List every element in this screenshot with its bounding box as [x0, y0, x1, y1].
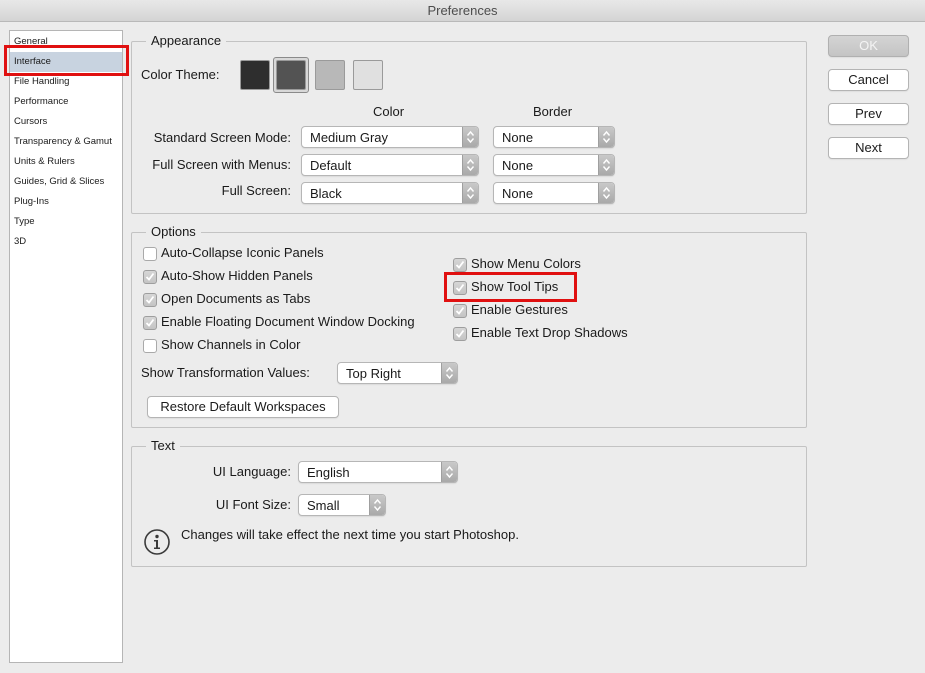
standard-screen-border-value: None: [502, 130, 534, 145]
checkbox-auto-collapse[interactable]: [143, 247, 157, 261]
standard-screen-border-select[interactable]: None: [493, 126, 615, 148]
ui-language-label: UI Language:: [212, 464, 291, 479]
appearance-title: Appearance: [146, 33, 227, 48]
checkbox-open-tabs[interactable]: [143, 293, 157, 307]
checkbox-channels-color[interactable]: [143, 339, 157, 353]
full-screen-menus-color-value: Default: [310, 158, 352, 173]
column-header-border: Border: [533, 104, 573, 119]
stepper-arrows-icon: [441, 363, 457, 383]
standard-screen-color-value: Medium Gray: [310, 130, 389, 145]
sidebar-item-3d[interactable]: 3D: [10, 232, 122, 252]
sidebar-item-interface[interactable]: Interface: [10, 52, 122, 72]
restore-workspaces-button[interactable]: Restore Default Workspaces: [147, 396, 339, 418]
text-title: Text: [146, 438, 180, 453]
theme-swatch-medium-light[interactable]: [315, 60, 345, 90]
ui-language-value: English: [307, 465, 350, 480]
standard-screen-mode-label: Standard Screen Mode:: [153, 130, 291, 145]
sidebar-item-guides[interactable]: Guides, Grid & Slices: [10, 172, 122, 192]
stepper-arrows-icon: [369, 495, 385, 515]
checkbox-gestures[interactable]: [453, 304, 467, 318]
checkmark-icon: [145, 318, 155, 327]
checkmark-icon: [455, 306, 465, 315]
stepper-arrows-icon: [598, 183, 614, 203]
full-screen-border-select[interactable]: None: [493, 182, 615, 204]
checkmark-icon: [455, 329, 465, 338]
stepper-arrows-icon: [598, 127, 614, 147]
sidebar-item-type[interactable]: Type: [10, 212, 122, 232]
ui-font-size-label: UI Font Size:: [215, 497, 291, 512]
ui-language-select[interactable]: English: [298, 461, 458, 483]
restart-note: Changes will take effect the next time y…: [181, 527, 519, 542]
stepper-arrows-icon: [462, 183, 478, 203]
standard-screen-color-select[interactable]: Medium Gray: [301, 126, 479, 148]
ok-button[interactable]: OK: [828, 35, 909, 57]
window-title: Preferences: [0, 0, 925, 22]
full-screen-menus-label: Full Screen with Menus:: [152, 157, 291, 172]
open-tabs-label: Open Documents as Tabs: [161, 291, 311, 306]
info-icon: [144, 529, 170, 555]
floating-docking-label: Enable Floating Document Window Docking: [161, 314, 415, 329]
full-screen-color-value: Black: [310, 186, 342, 201]
full-screen-border-value: None: [502, 186, 534, 201]
theme-swatch-darkest[interactable]: [240, 60, 270, 90]
category-list: General Interface File Handling Performa…: [9, 30, 123, 663]
sidebar-item-cursors[interactable]: Cursors: [10, 112, 122, 132]
ui-font-size-select[interactable]: Small: [298, 494, 386, 516]
sidebar-item-transparency[interactable]: Transparency & Gamut: [10, 132, 122, 152]
theme-swatch-lightest[interactable]: [353, 60, 383, 90]
transformation-values-select[interactable]: Top Right: [337, 362, 458, 384]
auto-collapse-label: Auto-Collapse Iconic Panels: [161, 245, 324, 260]
stepper-arrows-icon: [462, 127, 478, 147]
full-screen-color-select[interactable]: Black: [301, 182, 479, 204]
column-header-color: Color: [373, 104, 405, 119]
prev-button[interactable]: Prev: [828, 103, 909, 125]
full-screen-menus-border-select[interactable]: None: [493, 154, 615, 176]
menu-colors-label: Show Menu Colors: [471, 256, 581, 271]
tool-tips-label: Show Tool Tips: [471, 279, 559, 294]
sidebar-item-file-handling[interactable]: File Handling: [10, 72, 122, 92]
text-shadows-label: Enable Text Drop Shadows: [471, 325, 628, 340]
cancel-button[interactable]: Cancel: [828, 69, 909, 91]
gestures-label: Enable Gestures: [471, 302, 568, 317]
sidebar-item-general[interactable]: General: [10, 32, 122, 52]
checkbox-tool-tips[interactable]: [453, 281, 467, 295]
checkbox-menu-colors[interactable]: [453, 258, 467, 272]
checkbox-floating-docking[interactable]: [143, 316, 157, 330]
next-button[interactable]: Next: [828, 137, 909, 159]
stepper-arrows-icon: [441, 462, 457, 482]
color-theme-label: Color Theme:: [141, 67, 220, 82]
checkmark-icon: [145, 295, 155, 304]
auto-show-label: Auto-Show Hidden Panels: [161, 268, 313, 283]
full-screen-label: Full Screen:: [221, 183, 291, 198]
options-title: Options: [146, 224, 201, 239]
transformation-values-value: Top Right: [346, 366, 401, 381]
channels-color-label: Show Channels in Color: [161, 337, 301, 352]
checkbox-auto-show[interactable]: [143, 270, 157, 284]
stepper-arrows-icon: [462, 155, 478, 175]
checkmark-icon: [145, 272, 155, 281]
sidebar-item-plugins[interactable]: Plug-Ins: [10, 192, 122, 212]
ui-font-size-value: Small: [307, 498, 340, 513]
transformation-values-label: Show Transformation Values:: [141, 365, 310, 380]
full-screen-menus-color-select[interactable]: Default: [301, 154, 479, 176]
sidebar-item-units-rulers[interactable]: Units & Rulers: [10, 152, 122, 172]
checkmark-icon: [455, 283, 465, 292]
full-screen-menus-border-value: None: [502, 158, 534, 173]
stepper-arrows-icon: [598, 155, 614, 175]
checkmark-icon: [455, 260, 465, 269]
checkbox-text-shadows[interactable]: [453, 327, 467, 341]
theme-swatch-medium-dark[interactable]: [276, 60, 306, 90]
sidebar-item-performance[interactable]: Performance: [10, 92, 122, 112]
